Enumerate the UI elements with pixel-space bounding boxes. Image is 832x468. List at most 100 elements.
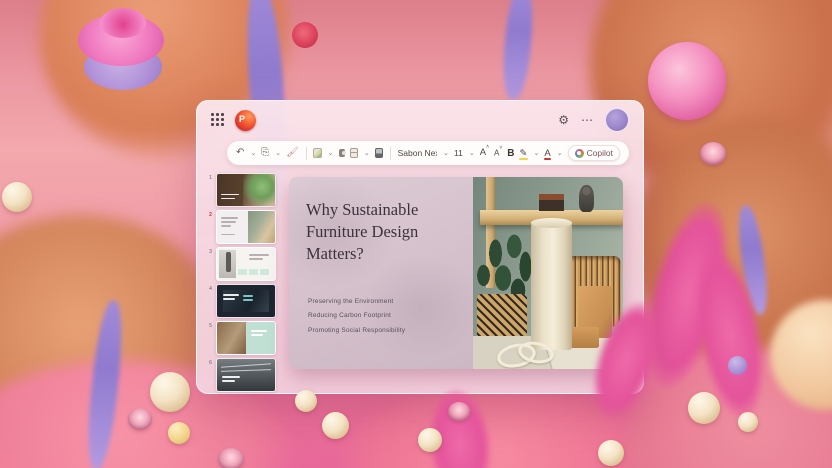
thumb2-text-bar <box>221 221 236 223</box>
slide-thumbnail-1[interactable] <box>216 173 276 207</box>
layout-chevron-icon[interactable]: ⌄ <box>364 149 370 157</box>
thumb3-bottle <box>226 252 231 272</box>
ribbon-toolbar: ↶⌄ ⎘⌄ 🖌 ⌄ ⌄ Sabon Next LT (H⌄ 11⌄ A˄ A˅ … <box>227 141 629 165</box>
bg-red-swirl-bud <box>292 22 318 48</box>
bg-pink-sphere-top-right <box>648 42 726 120</box>
highlight-chevron-icon[interactable]: ⌄ <box>533 149 539 157</box>
toolbar-divider <box>306 147 307 160</box>
slide-number: 3 <box>205 247 216 255</box>
thumb3-mint-chip <box>249 269 258 275</box>
bg-pearl-3 <box>322 412 349 439</box>
bg-pearl-7 <box>738 412 758 432</box>
bg-pearl-purple <box>728 356 747 375</box>
bg-pearl-left-edge <box>2 182 32 212</box>
slide-number: 1 <box>205 173 216 181</box>
new-slide-chevron-icon[interactable]: ⌄ <box>328 149 334 157</box>
thumb2-text-bar <box>221 234 235 235</box>
decrease-font-button[interactable]: A˅ <box>494 148 502 158</box>
slide-number: 4 <box>205 284 216 292</box>
thumb2-text-bar <box>221 217 238 219</box>
slide-thumbnail-panel: 1 2 3 <box>205 173 281 385</box>
font-name-select[interactable]: Sabon Next LT (H <box>398 148 438 158</box>
increase-font-button[interactable]: A˄ <box>480 147 489 158</box>
caret-down-icon: ˅ <box>499 145 502 151</box>
thumbnail-row: 3 <box>205 247 281 281</box>
thumb4-teal-bar <box>243 299 253 301</box>
photo-shelf-box <box>539 194 565 210</box>
undo-icon[interactable]: ↶ <box>236 148 244 158</box>
bold-button[interactable]: B <box>507 148 514 159</box>
thumb6-text-bar <box>222 380 235 382</box>
font-size-select[interactable]: 11 <box>454 148 463 158</box>
copilot-icon <box>575 149 584 158</box>
thumb3-mint-chip <box>260 269 269 275</box>
more-options-icon[interactable]: ⋯ <box>581 114 593 126</box>
bg-shell-3 <box>448 402 470 421</box>
thumbnail-row: 6 <box>205 358 281 392</box>
thumb1-text-bar <box>221 198 235 200</box>
bg-pearl-1 <box>150 372 190 412</box>
thumbnail-row: 5 <box>205 321 281 355</box>
picture-icon[interactable] <box>375 148 383 158</box>
thumb5-mint-panel <box>246 322 275 354</box>
slide-number: 6 <box>205 358 216 366</box>
camera-icon[interactable] <box>339 149 345 157</box>
thumbnail-row: 4 <box>205 284 281 318</box>
thumb6-ceiling-beam <box>221 369 271 372</box>
bg-shell-2 <box>218 448 244 468</box>
scene: P ⚙ ⋯ ↶⌄ ⎘⌄ 🖌 ⌄ ⌄ Sabon Next LT (H⌄ 11⌄ … <box>0 0 832 468</box>
slide-photo <box>473 177 623 369</box>
thumb3-mint-chip <box>238 269 247 275</box>
bg-pearl-6 <box>688 392 720 424</box>
slide-thumbnail-5[interactable] <box>216 321 276 355</box>
user-avatar[interactable] <box>605 108 629 132</box>
caret-up-icon: ˄ <box>486 144 489 150</box>
slide-number-selected: 2 <box>205 210 216 218</box>
thumb4-text-bar <box>223 298 235 300</box>
slide-thumbnail-2-selected[interactable] <box>216 210 276 244</box>
paste-icon[interactable]: ⎘ <box>261 148 269 158</box>
thumb5-text-bar <box>251 334 263 336</box>
paste-chevron-icon[interactable]: ⌄ <box>275 149 281 157</box>
window-top-bar: P ⚙ ⋯ <box>197 101 643 139</box>
font-color-button[interactable]: A <box>544 148 550 159</box>
thumb3-text-bar <box>249 258 263 260</box>
thumb3-text-bar <box>249 254 269 256</box>
thumb5-photo <box>217 322 246 354</box>
bg-shell-4 <box>700 142 726 165</box>
undo-chevron-icon[interactable]: ⌄ <box>250 149 256 157</box>
font-color-chevron-icon[interactable]: ⌄ <box>557 149 563 157</box>
thumb5-text-bar <box>251 330 267 332</box>
thumb1-plant-image <box>243 174 275 206</box>
copilot-label: Copilot <box>587 148 613 158</box>
app-launcher-icon[interactable] <box>211 113 225 127</box>
bg-pearl-4 <box>418 428 442 452</box>
slide-thumbnail-4[interactable] <box>216 284 276 318</box>
powerpoint-logo-icon[interactable]: P <box>235 110 256 131</box>
thumb6-ceiling-beam <box>221 363 271 367</box>
slide-thumbnail-6[interactable] <box>216 358 276 392</box>
photo-buddha-statue <box>579 185 594 212</box>
bg-lavender-spike-top-mid <box>500 0 536 101</box>
format-painter-icon[interactable]: 🖌 <box>286 148 299 158</box>
layout-icon[interactable] <box>350 148 358 158</box>
new-slide-icon[interactable] <box>313 148 321 158</box>
thumbnail-row: 1 <box>205 173 281 207</box>
font-size-chevron-icon[interactable]: ⌄ <box>469 149 475 157</box>
photo-fabric-roll-top <box>531 218 572 228</box>
bg-shell-1 <box>128 408 152 430</box>
bg-swirl-rose <box>78 6 170 98</box>
powerpoint-window: P ⚙ ⋯ ↶⌄ ⎘⌄ 🖌 ⌄ ⌄ Sabon Next LT (H⌄ 11⌄ … <box>196 100 644 394</box>
slide-thumbnail-3[interactable] <box>216 247 276 281</box>
font-name-chevron-icon[interactable]: ⌄ <box>443 149 449 157</box>
slide-bullet: Reducing Carbon Footprint <box>308 309 405 323</box>
slide-bullet-list[interactable]: Preserving the Environment Reducing Carb… <box>308 295 405 338</box>
highlight-color-button[interactable]: ✎ <box>520 148 528 159</box>
bg-pearl-5 <box>598 440 624 466</box>
copilot-button[interactable]: Copilot <box>568 145 620 161</box>
slide-title[interactable]: Why Sustainable Furniture Design Matters… <box>306 199 456 264</box>
slide-canvas[interactable]: Why Sustainable Furniture Design Matters… <box>289 177 623 369</box>
settings-gear-icon[interactable]: ⚙ <box>558 114 569 126</box>
slide-bullet: Preserving the Environment <box>308 295 405 309</box>
slide-number: 5 <box>205 321 216 329</box>
